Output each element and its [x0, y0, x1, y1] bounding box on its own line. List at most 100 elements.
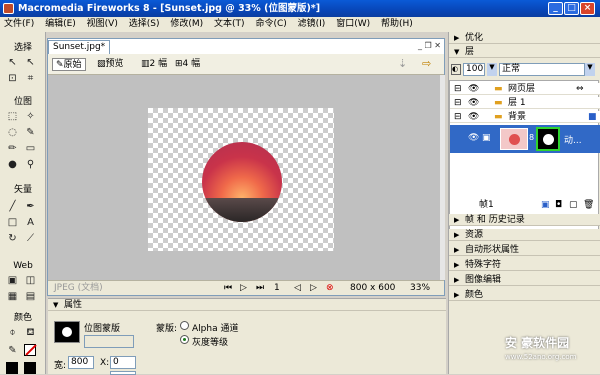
layers-panel-header[interactable]: ▼ 层	[449, 46, 600, 58]
subselect-icon[interactable]: ↖	[24, 56, 37, 69]
visibility-icon[interactable]: 👁	[468, 83, 479, 95]
pointer-icon[interactable]: ↖	[6, 56, 19, 69]
menu-window[interactable]: 窗口(W)	[332, 19, 374, 29]
colors-header[interactable]: ▶ 颜色	[449, 289, 600, 301]
pencil-icon[interactable]: ✏	[6, 142, 19, 155]
optimize-panel-header[interactable]: ▶ 优化	[449, 32, 600, 44]
panel-label: 自动形状属性	[465, 245, 520, 255]
expand-icon[interactable]: ⊟	[454, 111, 462, 123]
line-icon[interactable]: ╱	[6, 200, 19, 213]
rubber-stamp-icon[interactable]: ⚲	[24, 158, 37, 171]
menu-view[interactable]: 视图(V)	[83, 19, 122, 29]
lock-icon[interactable]: ▣	[482, 133, 491, 143]
panel-label: 特殊字符	[465, 260, 502, 270]
maximize-button[interactable]: □	[564, 2, 579, 15]
prev-frame-button[interactable]: ◁	[294, 281, 301, 295]
rectangle-icon[interactable]: □	[6, 216, 19, 229]
text-icon[interactable]: A	[24, 216, 37, 229]
eraser-icon[interactable]: ▭	[24, 142, 37, 155]
add-mask-icon[interactable]: ◘	[555, 198, 562, 212]
play-button[interactable]: ▷	[240, 281, 247, 295]
menu-filters[interactable]: 滤镜(I)	[294, 19, 330, 29]
scale-icon[interactable]: ⊡	[6, 72, 19, 85]
blur-icon[interactable]: ●	[6, 158, 19, 171]
new-layer-icon[interactable]: ▢	[569, 198, 578, 212]
vertical-scrollbar[interactable]	[440, 75, 445, 280]
menu-help[interactable]: 帮助(H)	[377, 19, 417, 29]
document-tab[interactable]: Sunset.jpg*	[48, 40, 110, 54]
hotspot-icon[interactable]: ▣	[6, 274, 19, 287]
doc-window-controls[interactable]: _ ❐ ✕	[418, 41, 444, 51]
image-edit-header[interactable]: ▶ 图像编辑	[449, 274, 600, 286]
lasso-icon[interactable]: ◌	[6, 126, 19, 139]
layer-row-1[interactable]: ⊟ 👁 ▬ 层 1	[450, 97, 600, 109]
new-bitmap-icon[interactable]: ▣	[541, 198, 550, 212]
brush-icon[interactable]: ✎	[24, 126, 37, 139]
blend-dropdown-icon[interactable]: ▼	[585, 63, 595, 76]
zoom-level[interactable]: 33%	[410, 281, 430, 295]
eyedropper-icon[interactable]: ⌽	[6, 326, 19, 339]
grayscale-radio[interactable]	[180, 335, 189, 344]
blend-mode-select[interactable]: 正常	[499, 63, 585, 76]
width-input[interactable]: 800	[68, 356, 94, 369]
layer-row-background[interactable]: ⊟ 👁 ▬ 背景 ■	[450, 111, 600, 123]
layer-select-icon[interactable]: ■	[588, 111, 597, 123]
menu-select[interactable]: 选择(S)	[125, 19, 164, 29]
y-input[interactable]	[110, 371, 136, 375]
properties-header[interactable]: ▼ 属性	[48, 299, 446, 311]
share-icon[interactable]: ⇔	[576, 83, 584, 95]
stop-icon[interactable]: ⊗	[326, 281, 334, 295]
stroke-color-icon[interactable]: ✎	[6, 344, 19, 357]
alpha-radio[interactable]	[180, 321, 189, 330]
fill-color-swatch-2[interactable]	[24, 362, 36, 374]
view-preview-tab[interactable]: ▧预览	[94, 58, 127, 71]
sunset-image[interactable]	[202, 142, 282, 222]
expand-arrow-icon: ▼	[53, 301, 59, 309]
minimize-button[interactable]: _	[548, 2, 563, 15]
expand-icon[interactable]: ⊟	[454, 97, 462, 109]
menu-commands[interactable]: 命令(C)	[251, 19, 290, 29]
visibility-icon[interactable]: 👁	[468, 97, 479, 109]
link-icon[interactable]: 8	[529, 133, 534, 142]
freeform-icon[interactable]: ↻	[6, 232, 19, 245]
first-frame-button[interactable]: ⏮	[224, 281, 232, 295]
view-original-tab[interactable]: ✎原始	[52, 58, 86, 71]
mask-thumbnail[interactable]	[536, 127, 560, 151]
menu-text[interactable]: 文本(T)	[210, 19, 249, 29]
magic-wand-icon[interactable]: ✧	[24, 110, 37, 123]
opacity-dropdown-icon[interactable]: ▼	[487, 63, 497, 76]
quick-export-icon[interactable]: ⇣	[398, 57, 407, 70]
show-slices-icon[interactable]: ▤	[24, 290, 37, 303]
layer-row-web[interactable]: ⊟ 👁 ▬ 网页层 ⇔	[450, 83, 600, 95]
stroke-color-swatch[interactable]	[24, 344, 37, 356]
visibility-icon[interactable]: 👁	[468, 133, 479, 143]
menu-modify[interactable]: 修改(M)	[166, 19, 207, 29]
export-options-icon[interactable]: ⇨	[422, 57, 431, 70]
paint-bucket-icon[interactable]: ⛾	[24, 326, 37, 339]
crop-icon[interactable]: ⌗	[24, 72, 37, 85]
knife-icon[interactable]: ⟋	[24, 232, 37, 245]
slice-icon[interactable]: ◫	[24, 274, 37, 287]
pen-icon[interactable]: ✒	[24, 200, 37, 213]
close-button[interactable]: ×	[580, 2, 595, 15]
view-2up-tab[interactable]: ▥2 幅	[138, 58, 170, 71]
visibility-icon[interactable]: 👁	[468, 111, 479, 123]
marquee-icon[interactable]: ⬚	[6, 110, 19, 123]
object-name-field[interactable]	[84, 335, 134, 348]
special-chars-header[interactable]: ▶ 特殊字符	[449, 259, 600, 271]
hide-slices-icon[interactable]: ▦	[6, 290, 19, 303]
fill-color-swatch[interactable]	[6, 362, 18, 374]
expand-icon[interactable]: ⊟	[454, 83, 462, 95]
opacity-input[interactable]: 100	[463, 63, 485, 76]
selected-object-row[interactable]: 👁 ▣ 8 动...	[450, 125, 600, 153]
assets-header[interactable]: ▶ 资源	[449, 229, 600, 241]
last-frame-button[interactable]: ⏭	[256, 281, 264, 295]
view-4up-tab[interactable]: ⊞4 幅	[172, 58, 203, 71]
auto-shape-header[interactable]: ▶ 自动形状属性	[449, 244, 600, 256]
menu-edit[interactable]: 编辑(E)	[41, 19, 80, 29]
delete-layer-icon[interactable]: 🗑	[583, 198, 594, 212]
next-frame-button[interactable]: ▷	[310, 281, 317, 295]
x-input[interactable]: 0	[110, 356, 136, 369]
menu-file[interactable]: 文件(F)	[0, 19, 38, 29]
frames-history-header[interactable]: ▶ 帧 和 历史记录	[449, 214, 600, 226]
